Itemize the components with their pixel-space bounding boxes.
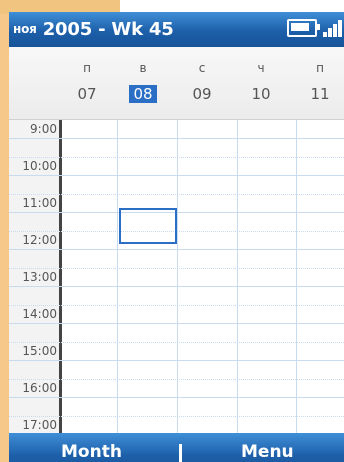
day-0[interactable]: п 07 [59, 61, 115, 103]
time-label: 15:00 [22, 344, 57, 358]
week-title: ноя 2005 - Wk 45 [13, 19, 174, 40]
signal-icon [323, 19, 342, 37]
time-label: 9:00 [30, 122, 57, 136]
day-header: п 07 в 08 с 09 ч 10 п 11 [9, 47, 344, 120]
time-label: 16:00 [22, 381, 57, 395]
day-3[interactable]: ч 10 [233, 61, 289, 103]
month-label: ноя [13, 22, 37, 36]
time-label: 14:00 [22, 307, 57, 321]
day-number: 10 [251, 85, 271, 103]
day-number-selected: 08 [129, 85, 157, 103]
time-label: 13:00 [22, 270, 57, 284]
time-label: 10:00 [22, 159, 57, 173]
day-letter: с [198, 61, 206, 75]
calendar-screen: ноя 2005 - Wk 45 п 07 в 08 с 09 ч 10 п 1… [9, 12, 344, 462]
status-icons [287, 19, 342, 37]
time-label: 12:00 [22, 233, 57, 247]
year-week-label: 2005 - Wk 45 [42, 19, 174, 40]
menu-softkey[interactable]: Menu [241, 442, 294, 462]
day-4[interactable]: п 11 [292, 61, 344, 103]
battery-icon [287, 19, 320, 37]
day-divider [117, 120, 118, 462]
softkey-bar: Month Menu [9, 433, 344, 462]
day-number: 11 [310, 85, 330, 103]
time-label: 11:00 [22, 196, 57, 210]
day-letter: п [83, 61, 91, 75]
day-number: 09 [192, 85, 212, 103]
day-letter: п [316, 61, 324, 75]
day-divider [296, 120, 297, 462]
week-grid[interactable]: 9:00 10:00 11:00 12:00 13:00 14:00 15:00… [9, 120, 344, 462]
time-column: 9:00 10:00 11:00 12:00 13:00 14:00 15:00… [9, 120, 62, 462]
day-2[interactable]: с 09 [174, 61, 230, 103]
day-letter: в [139, 61, 147, 75]
day-number: 07 [77, 85, 97, 103]
day-1[interactable]: в 08 [115, 61, 171, 103]
day-divider [177, 120, 178, 462]
day-divider [237, 120, 238, 462]
month-softkey[interactable]: Month [61, 442, 122, 462]
selected-time-slot[interactable] [119, 208, 177, 244]
time-label: 17:00 [22, 418, 57, 432]
softkey-separator [179, 444, 182, 462]
title-bar: ноя 2005 - Wk 45 [9, 12, 344, 47]
day-letter: ч [257, 61, 265, 75]
